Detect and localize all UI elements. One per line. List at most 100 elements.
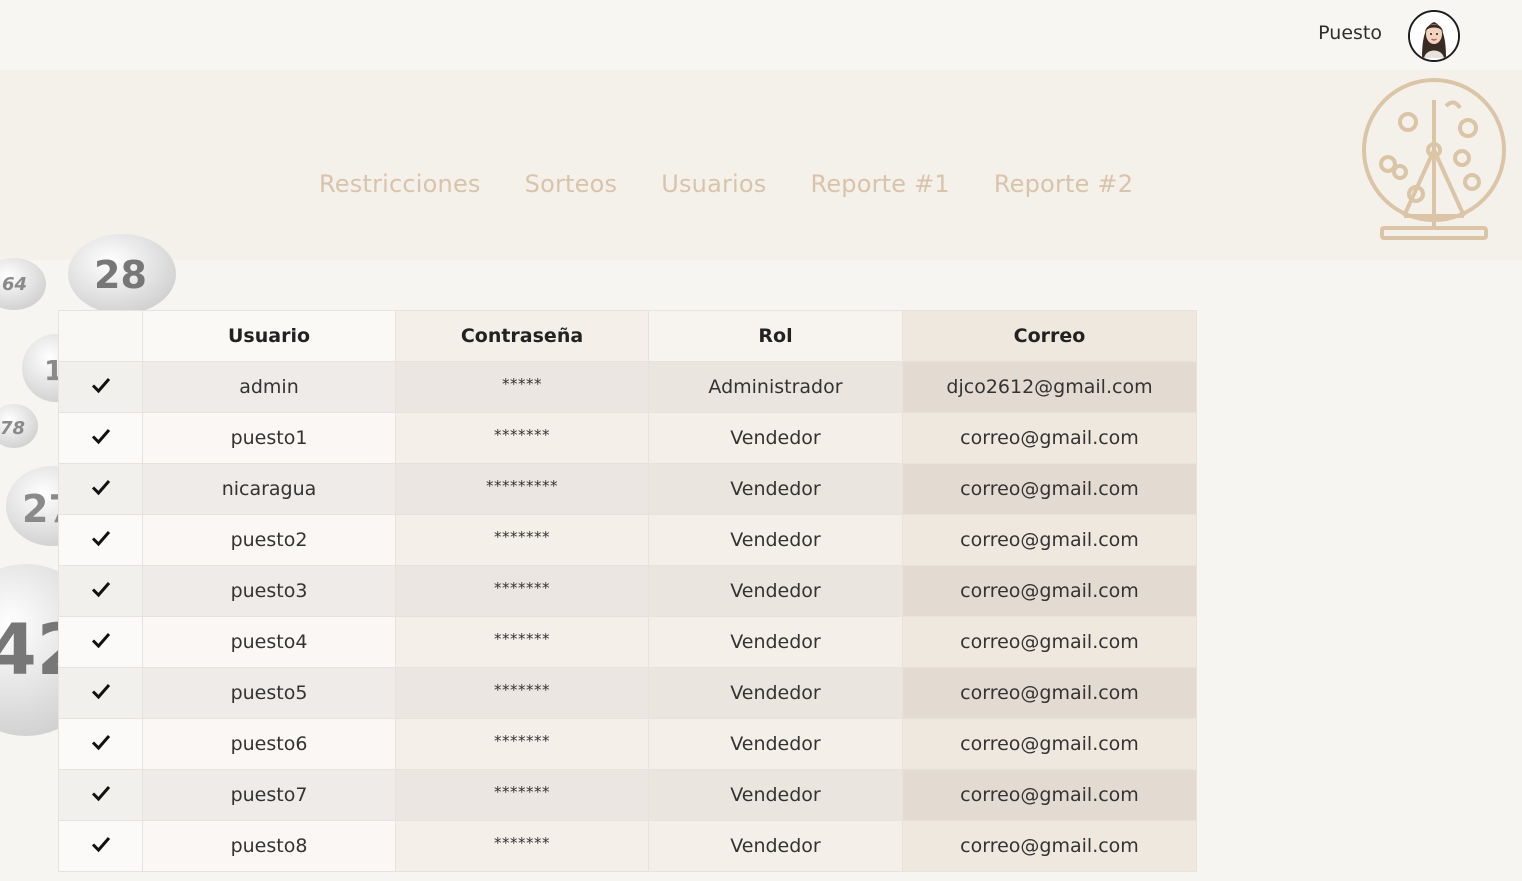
- column-header-correo[interactable]: Correo: [902, 310, 1197, 362]
- cell-contrasena: *******: [395, 565, 649, 617]
- row-select-cell[interactable]: [58, 820, 143, 872]
- checkmark-icon[interactable]: [90, 578, 112, 600]
- table-header-row: Usuario Contraseña Rol Correo: [58, 310, 1197, 362]
- top-bar: Puesto: [0, 0, 1522, 70]
- cell-correo: correo@gmail.com: [902, 769, 1197, 821]
- nav-item-reporte-1[interactable]: Reporte #1: [811, 170, 950, 198]
- cell-correo: correo@gmail.com: [902, 463, 1197, 515]
- checkmark-icon[interactable]: [90, 527, 112, 549]
- user-name-label[interactable]: Puesto: [1318, 22, 1382, 44]
- cell-usuario: puesto7: [142, 769, 396, 821]
- cell-correo: correo@gmail.com: [902, 616, 1197, 668]
- cell-usuario: puesto3: [142, 565, 396, 617]
- table-row[interactable]: admin ***** Administrador djco2612@gmail…: [58, 361, 1197, 413]
- column-header-rol[interactable]: Rol: [648, 310, 903, 362]
- table-row[interactable]: puesto6 ******* Vendedor correo@gmail.co…: [58, 718, 1197, 770]
- row-select-cell[interactable]: [58, 667, 143, 719]
- nav-item-restricciones[interactable]: Restricciones: [319, 170, 481, 198]
- checkmark-icon[interactable]: [90, 374, 112, 396]
- nav-item-sorteos[interactable]: Sorteos: [525, 170, 618, 198]
- cell-rol: Vendedor: [648, 667, 903, 719]
- row-select-cell[interactable]: [58, 718, 143, 770]
- ball-64-label: 64: [2, 274, 27, 295]
- checkmark-icon[interactable]: [90, 731, 112, 753]
- cell-correo: correo@gmail.com: [902, 412, 1197, 464]
- cell-contrasena: *******: [395, 616, 649, 668]
- row-select-cell[interactable]: [58, 565, 143, 617]
- cell-contrasena: *******: [395, 667, 649, 719]
- table-row[interactable]: puesto2 ******* Vendedor correo@gmail.co…: [58, 514, 1197, 566]
- table-row[interactable]: puesto5 ******* Vendedor correo@gmail.co…: [58, 667, 1197, 719]
- column-header-usuario[interactable]: Usuario: [142, 310, 396, 362]
- checkmark-icon[interactable]: [90, 425, 112, 447]
- password-mask: *******: [494, 630, 550, 648]
- cell-rol: Vendedor: [648, 463, 903, 515]
- cell-correo: djco2612@gmail.com: [902, 361, 1197, 413]
- cell-rol: Administrador: [648, 361, 903, 413]
- cell-contrasena: *******: [395, 718, 649, 770]
- password-mask: *******: [494, 579, 550, 597]
- column-header-select: [58, 310, 143, 362]
- checkmark-icon[interactable]: [90, 680, 112, 702]
- cell-correo: correo@gmail.com: [902, 820, 1197, 872]
- checkmark-icon[interactable]: [90, 476, 112, 498]
- cell-correo: correo@gmail.com: [902, 667, 1197, 719]
- cell-rol: Vendedor: [648, 718, 903, 770]
- table-row[interactable]: puesto1 ******* Vendedor correo@gmail.co…: [58, 412, 1197, 464]
- cell-usuario: puesto1: [142, 412, 396, 464]
- password-mask: *****: [502, 375, 542, 393]
- row-select-cell[interactable]: [58, 412, 143, 464]
- checkmark-icon[interactable]: [90, 629, 112, 651]
- password-mask: *******: [494, 426, 550, 444]
- cell-contrasena: *******: [395, 514, 649, 566]
- cell-usuario: nicaragua: [142, 463, 396, 515]
- password-mask: *********: [486, 477, 558, 495]
- password-mask: *******: [494, 681, 550, 699]
- ball-78-label: 78: [0, 418, 25, 439]
- cell-rol: Vendedor: [648, 820, 903, 872]
- row-select-cell[interactable]: [58, 361, 143, 413]
- cell-usuario: puesto4: [142, 616, 396, 668]
- row-select-cell[interactable]: [58, 769, 143, 821]
- cell-rol: Vendedor: [648, 412, 903, 464]
- row-select-cell[interactable]: [58, 616, 143, 668]
- nav-item-usuarios[interactable]: Usuarios: [661, 170, 766, 198]
- column-header-contrasena[interactable]: Contraseña: [395, 310, 649, 362]
- cell-rol: Vendedor: [648, 514, 903, 566]
- password-mask: *******: [494, 732, 550, 750]
- table-row[interactable]: puesto7 ******* Vendedor correo@gmail.co…: [58, 769, 1197, 821]
- cell-rol: Vendedor: [648, 769, 903, 821]
- checkmark-icon[interactable]: [90, 782, 112, 804]
- cell-correo: correo@gmail.com: [902, 565, 1197, 617]
- table-row[interactable]: puesto3 ******* Vendedor correo@gmail.co…: [58, 565, 1197, 617]
- cell-contrasena: *******: [395, 412, 649, 464]
- cell-rol: Vendedor: [648, 565, 903, 617]
- table-row[interactable]: puesto4 ******* Vendedor correo@gmail.co…: [58, 616, 1197, 668]
- cell-contrasena: *****: [395, 361, 649, 413]
- row-select-cell[interactable]: [58, 463, 143, 515]
- users-table: Usuario Contraseña Rol Correo admin ****…: [58, 310, 1197, 872]
- lottery-wheel-icon: [1360, 76, 1510, 246]
- cell-usuario: puesto6: [142, 718, 396, 770]
- row-select-cell[interactable]: [58, 514, 143, 566]
- user-avatar-icon[interactable]: [1408, 10, 1460, 62]
- cell-correo: correo@gmail.com: [902, 718, 1197, 770]
- navigation-band: [0, 70, 1522, 260]
- nav-item-reporte-2[interactable]: Reporte #2: [994, 170, 1133, 198]
- cell-contrasena: *******: [395, 769, 649, 821]
- password-mask: *******: [494, 834, 550, 852]
- checkmark-icon[interactable]: [90, 833, 112, 855]
- password-mask: *******: [494, 528, 550, 546]
- table-row[interactable]: puesto8 ******* Vendedor correo@gmail.co…: [58, 820, 1197, 872]
- password-mask: *******: [494, 783, 550, 801]
- cell-rol: Vendedor: [648, 616, 903, 668]
- cell-usuario: puesto2: [142, 514, 396, 566]
- cell-contrasena: *********: [395, 463, 649, 515]
- cell-usuario: puesto5: [142, 667, 396, 719]
- cell-usuario: puesto8: [142, 820, 396, 872]
- cell-usuario: admin: [142, 361, 396, 413]
- table-row[interactable]: nicaragua ********* Vendedor correo@gmai…: [58, 463, 1197, 515]
- ball-28-label: 28: [94, 253, 147, 297]
- main-nav: Restricciones Sorteos Usuarios Reporte #…: [319, 170, 1133, 198]
- cell-correo: correo@gmail.com: [902, 514, 1197, 566]
